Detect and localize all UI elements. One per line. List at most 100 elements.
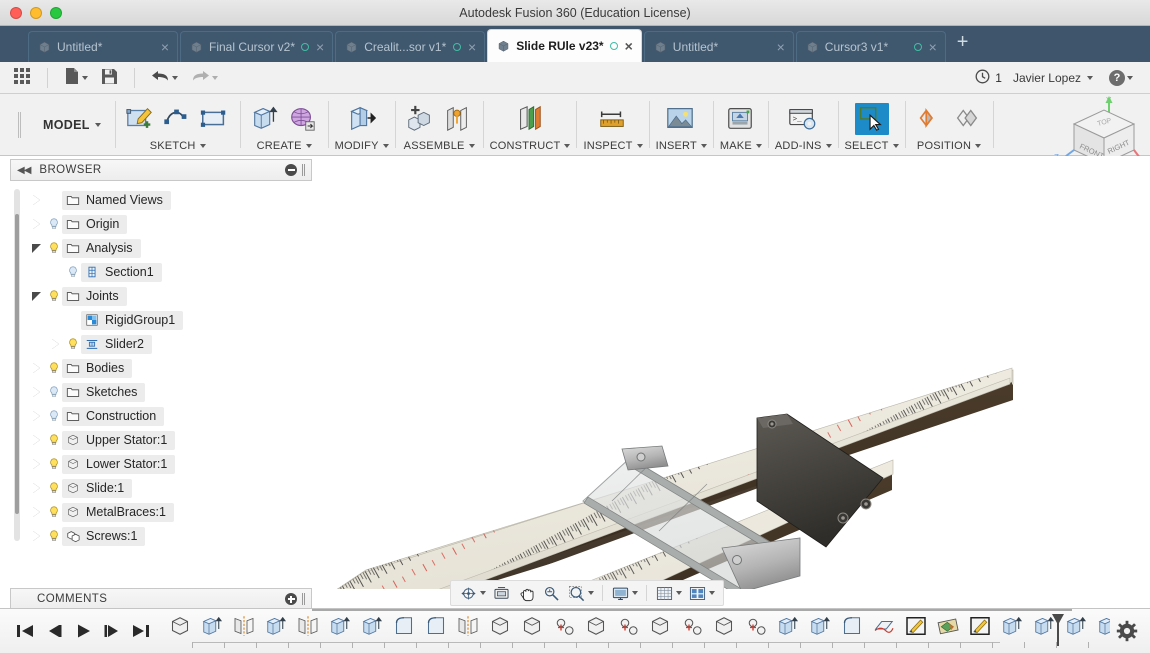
timeline-feature-joint[interactable]	[676, 612, 708, 640]
timeline-feature-fillet[interactable]	[420, 612, 452, 640]
timeline-horizontal-scrollbar[interactable]	[312, 609, 1068, 611]
close-window-button[interactable]	[10, 7, 22, 19]
timeline-feature-sketch[interactable]	[964, 612, 996, 640]
timeline-feature-extrude[interactable]	[324, 612, 356, 640]
ribbon-group-label-assemble[interactable]: ASSEMBLE	[404, 140, 475, 155]
pan-button[interactable]	[515, 583, 538, 604]
tree-item-chip[interactable]: Slide:1	[62, 479, 132, 498]
timeline-feature-split-face[interactable]	[868, 612, 900, 640]
job-status-button[interactable]: 1	[975, 69, 1002, 87]
expand-arrow-icon[interactable]	[26, 411, 46, 421]
close-tab-icon[interactable]: ×	[160, 40, 170, 54]
browser-tree-item[interactable]: Screws:1	[26, 524, 312, 548]
tree-item-chip[interactable]: Upper Stator:1	[62, 431, 175, 450]
user-account-button[interactable]: Javier Lopez	[1008, 68, 1098, 88]
browser-grip-icon[interactable]	[302, 164, 305, 176]
ribbon-group-label-inspect[interactable]: INSPECT	[583, 140, 642, 155]
window-controls[interactable]	[0, 7, 62, 19]
close-tab-icon[interactable]: ×	[315, 40, 325, 54]
press-pull-icon[interactable]	[345, 103, 379, 135]
close-tab-icon[interactable]: ×	[467, 40, 477, 54]
timeline-feature-component[interactable]	[484, 612, 516, 640]
comments-grip-icon[interactable]	[302, 593, 305, 605]
expand-arrow-icon[interactable]	[26, 507, 46, 517]
undo-button[interactable]	[146, 65, 183, 90]
tree-item-chip[interactable]: Slider2	[81, 335, 152, 354]
tree-item-chip[interactable]: Joints	[62, 287, 127, 306]
timeline-feature-appearance[interactable]	[932, 612, 964, 640]
redo-button[interactable]	[186, 65, 223, 90]
timeline-feature-mirror[interactable]	[452, 612, 484, 640]
visibility-bulb-on-icon[interactable]	[46, 505, 62, 519]
visibility-bulb-off-icon[interactable]	[46, 409, 62, 423]
expand-arrow-icon[interactable]	[26, 363, 46, 373]
app-grid-button[interactable]	[8, 64, 36, 91]
expand-arrow-icon[interactable]	[26, 219, 46, 229]
timeline-feature-joint[interactable]	[548, 612, 580, 640]
timeline-feature-extrude[interactable]	[772, 612, 804, 640]
visibility-bulb-off-icon[interactable]	[46, 217, 62, 231]
browser-tree-item[interactable]: Named Views	[26, 188, 312, 212]
workspace-switcher[interactable]: MODEL	[29, 94, 115, 155]
visibility-bulb-off-icon[interactable]	[46, 385, 62, 399]
tree-item-chip[interactable]: Screws:1	[62, 527, 145, 546]
joint-icon[interactable]	[441, 103, 475, 135]
collapse-browser-icon[interactable]: ◀◀	[17, 165, 30, 176]
tree-item-chip[interactable]: Sketches	[62, 383, 145, 402]
timeline-feature-extrude[interactable]	[996, 612, 1028, 640]
document-tab[interactable]: Untitled*×	[644, 31, 794, 62]
timeline-feature-extrude[interactable]	[1092, 612, 1110, 640]
rectangle-icon[interactable]	[198, 103, 232, 135]
document-tab[interactable]: Cursor3 v1*×	[796, 31, 946, 62]
browser-tree-item[interactable]: Upper Stator:1	[26, 428, 312, 452]
expand-arrow-icon[interactable]	[26, 531, 46, 541]
browser-tree-item[interactable]: Origin	[26, 212, 312, 236]
timeline-feature-component[interactable]	[580, 612, 612, 640]
document-tab[interactable]: Untitled*×	[28, 31, 178, 62]
timeline-feature-fillet[interactable]	[388, 612, 420, 640]
expand-arrow-icon[interactable]	[26, 195, 46, 205]
visibility-bulb-on-icon[interactable]	[46, 433, 62, 447]
tree-item-chip[interactable]: Lower Stator:1	[62, 455, 175, 474]
timeline-feature-joint[interactable]	[740, 612, 772, 640]
close-tab-icon[interactable]: ×	[776, 40, 786, 54]
timeline-feature-extrude[interactable]	[804, 612, 836, 640]
new-component-icon[interactable]	[404, 103, 438, 135]
ribbon-group-label-position[interactable]: POSITION	[917, 140, 981, 155]
visibility-bulb-on-icon[interactable]	[46, 361, 62, 375]
visibility-bulb-on-icon[interactable]	[46, 241, 62, 255]
tree-item-chip[interactable]: Analysis	[62, 239, 141, 258]
browser-tree-item[interactable]: Section1	[26, 260, 312, 284]
go-to-end-button[interactable]	[132, 623, 150, 639]
browser-tree-item[interactable]: Slider2	[26, 332, 312, 356]
look-at-button[interactable]	[490, 583, 513, 604]
create-form-icon[interactable]	[286, 103, 320, 135]
timeline-feature-fillet[interactable]	[836, 612, 868, 640]
browser-scrollbar[interactable]	[14, 189, 20, 541]
timeline-feature-component[interactable]	[516, 612, 548, 640]
scripts-addins-icon[interactable]: >_	[786, 103, 820, 135]
timeline-feature-extrude[interactable]	[356, 612, 388, 640]
help-button[interactable]: ?	[1104, 67, 1138, 89]
display-settings-button[interactable]	[609, 583, 640, 604]
visibility-bulb-off-icon[interactable]	[65, 265, 81, 279]
tree-item-chip[interactable]: Section1	[81, 263, 162, 282]
measure-icon[interactable]	[596, 103, 630, 135]
save-button[interactable]	[96, 65, 123, 91]
3d-print-icon[interactable]	[724, 103, 758, 135]
expand-arrow-icon[interactable]	[26, 435, 46, 445]
visibility-bulb-on-icon[interactable]	[46, 457, 62, 471]
browser-tree-item[interactable]: Joints	[26, 284, 312, 308]
expand-arrow-icon[interactable]	[45, 339, 65, 349]
minimize-window-button[interactable]	[30, 7, 42, 19]
zoom-window-button[interactable]	[565, 583, 596, 604]
browser-tree-item[interactable]: MetalBraces:1	[26, 500, 312, 524]
document-tab[interactable]: Slide RUle v23*×	[487, 29, 642, 62]
browser-tree-item[interactable]: Construction	[26, 404, 312, 428]
browser-tree-item[interactable]: Lower Stator:1	[26, 452, 312, 476]
timeline-feature-component[interactable]	[644, 612, 676, 640]
visibility-bulb-on-icon[interactable]	[46, 289, 62, 303]
orbit-button[interactable]	[457, 583, 488, 604]
document-tab[interactable]: Crealit...sor v1*×	[335, 31, 485, 62]
timeline-feature-component[interactable]	[164, 612, 196, 640]
